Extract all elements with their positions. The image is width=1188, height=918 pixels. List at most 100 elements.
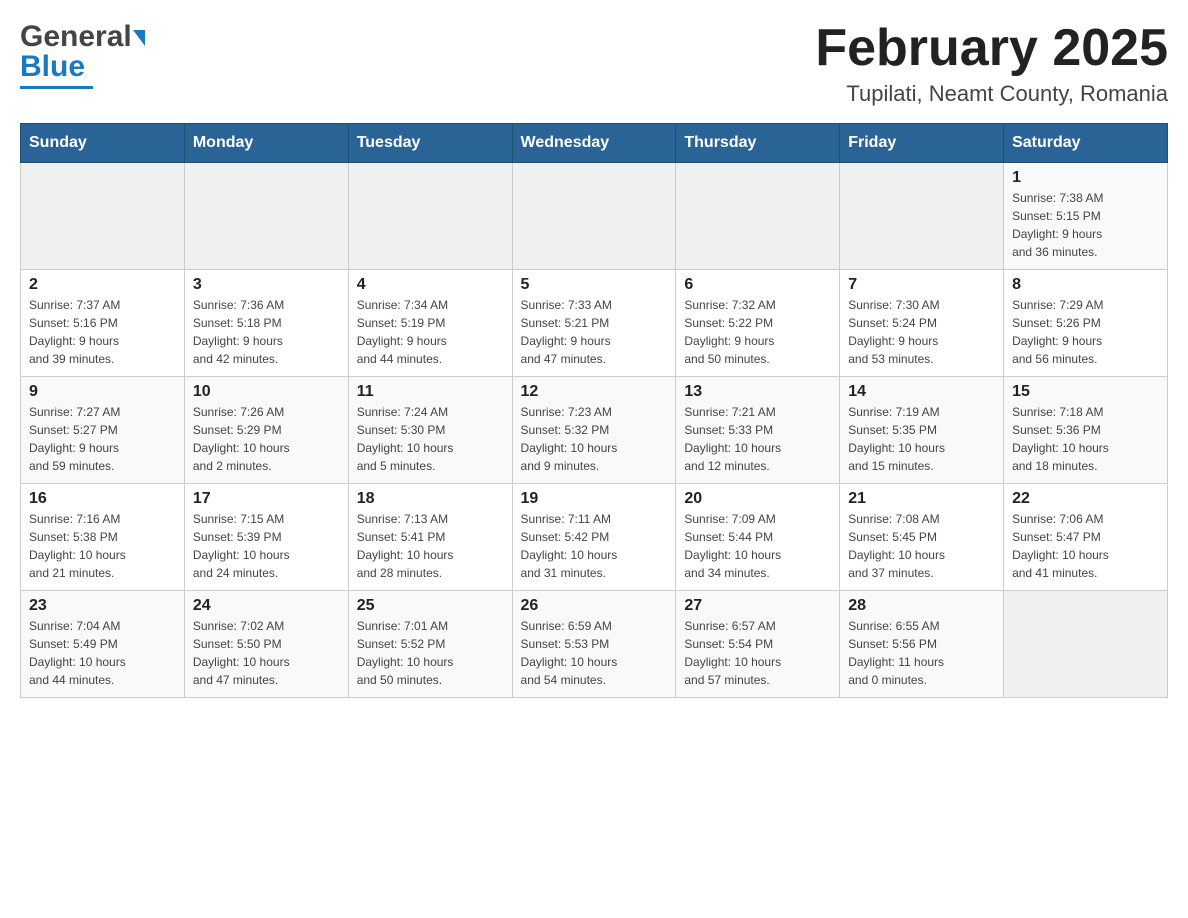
day-info: Sunrise: 7:27 AM Sunset: 5:27 PM Dayligh… (29, 403, 176, 475)
location-title: Tupilati, Neamt County, Romania (815, 81, 1168, 107)
day-cell: 13 Sunrise: 7:21 AM Sunset: 5:33 PM Dayli… (676, 377, 840, 484)
day-number: 25 (357, 597, 504, 615)
day-info: Sunrise: 7:38 AM Sunset: 5:15 PM Dayligh… (1012, 189, 1159, 261)
day-number: 23 (29, 597, 176, 615)
logo-blue-text: Blue (20, 50, 93, 89)
day-info: Sunrise: 6:55 AM Sunset: 5:56 PM Dayligh… (848, 617, 995, 689)
day-cell: 4Sunrise: 7:34 AM Sunset: 5:19 PM Daylig… (348, 270, 512, 377)
week-row-1: 1 Sunrise: 7:38 AM Sunset: 5:15 PM Daylig… (21, 163, 1168, 270)
day-cell: 28 Sunrise: 6:55 AM Sunset: 5:56 PM Dayli… (840, 591, 1004, 698)
day-number: 20 (684, 490, 831, 508)
header-sunday: Sunday (21, 124, 185, 163)
day-cell: 23 Sunrise: 7:04 AM Sunset: 5:49 PM Dayli… (21, 591, 185, 698)
day-cell: 12 Sunrise: 7:23 AM Sunset: 5:32 PM Dayli… (512, 377, 676, 484)
day-cell: 14 Sunrise: 7:19 AM Sunset: 5:35 PM Dayli… (840, 377, 1004, 484)
day-number: 7 (848, 276, 995, 294)
header-monday: Monday (184, 124, 348, 163)
week-row-4: 16 Sunrise: 7:16 AM Sunset: 5:38 PM Dayli… (21, 484, 1168, 591)
day-cell: 16 Sunrise: 7:16 AM Sunset: 5:38 PM Dayli… (21, 484, 185, 591)
day-info: Sunrise: 7:19 AM Sunset: 5:35 PM Dayligh… (848, 403, 995, 475)
day-number: 6 (684, 276, 831, 294)
day-cell: 11 Sunrise: 7:24 AM Sunset: 5:30 PM Dayli… (348, 377, 512, 484)
day-number: 14 (848, 383, 995, 401)
day-info: Sunrise: 7:24 AM Sunset: 5:30 PM Dayligh… (357, 403, 504, 475)
day-cell: 5 Sunrise: 7:33 AM Sunset: 5:21 PM Daylig… (512, 270, 676, 377)
day-cell: 18Sunrise: 7:13 AM Sunset: 5:41 PM Dayli… (348, 484, 512, 591)
day-info: Sunrise: 7:16 AM Sunset: 5:38 PM Dayligh… (29, 510, 176, 582)
month-title: February 2025 (815, 20, 1168, 77)
day-cell: 24 Sunrise: 7:02 AM Sunset: 5:50 PM Dayli… (184, 591, 348, 698)
day-info: Sunrise: 7:30 AM Sunset: 5:24 PM Dayligh… (848, 296, 995, 368)
day-cell (184, 163, 348, 270)
day-info: Sunrise: 7:37 AM Sunset: 5:16 PM Dayligh… (29, 296, 176, 368)
day-cell: 26 Sunrise: 6:59 AM Sunset: 5:53 PM Dayli… (512, 591, 676, 698)
day-number: 11 (357, 383, 504, 401)
day-number: 10 (193, 383, 340, 401)
day-cell: 15Sunrise: 7:18 AM Sunset: 5:36 PM Dayli… (1004, 377, 1168, 484)
logo-general-text: General (20, 20, 132, 54)
day-info: Sunrise: 7:15 AM Sunset: 5:39 PM Dayligh… (193, 510, 340, 582)
day-cell (21, 163, 185, 270)
day-cell (840, 163, 1004, 270)
day-cell: 27 Sunrise: 6:57 AM Sunset: 5:54 PM Dayli… (676, 591, 840, 698)
week-row-5: 23 Sunrise: 7:04 AM Sunset: 5:49 PM Dayli… (21, 591, 1168, 698)
logo-triangle-icon (133, 30, 145, 46)
day-number: 21 (848, 490, 995, 508)
day-number: 19 (521, 490, 668, 508)
day-cell: 6 Sunrise: 7:32 AM Sunset: 5:22 PM Daylig… (676, 270, 840, 377)
day-info: Sunrise: 7:36 AM Sunset: 5:18 PM Dayligh… (193, 296, 340, 368)
day-cell: 10 Sunrise: 7:26 AM Sunset: 5:29 PM Dayli… (184, 377, 348, 484)
day-number: 5 (521, 276, 668, 294)
week-row-2: 2 Sunrise: 7:37 AM Sunset: 5:16 PM Daylig… (21, 270, 1168, 377)
header-thursday: Thursday (676, 124, 840, 163)
week-row-3: 9 Sunrise: 7:27 AM Sunset: 5:27 PM Daylig… (21, 377, 1168, 484)
day-info: Sunrise: 7:06 AM Sunset: 5:47 PM Dayligh… (1012, 510, 1159, 582)
day-number: 12 (521, 383, 668, 401)
header-tuesday: Tuesday (348, 124, 512, 163)
calendar-table: SundayMondayTuesdayWednesdayThursdayFrid… (20, 123, 1168, 698)
day-number: 28 (848, 597, 995, 615)
day-number: 9 (29, 383, 176, 401)
day-number: 4 (357, 276, 504, 294)
day-cell: 8Sunrise: 7:29 AM Sunset: 5:26 PM Daylig… (1004, 270, 1168, 377)
day-number: 17 (193, 490, 340, 508)
day-number: 27 (684, 597, 831, 615)
day-number: 3 (193, 276, 340, 294)
day-info: Sunrise: 7:09 AM Sunset: 5:44 PM Dayligh… (684, 510, 831, 582)
day-info: Sunrise: 7:32 AM Sunset: 5:22 PM Dayligh… (684, 296, 831, 368)
day-cell: 1 Sunrise: 7:38 AM Sunset: 5:15 PM Daylig… (1004, 163, 1168, 270)
day-cell: 2 Sunrise: 7:37 AM Sunset: 5:16 PM Daylig… (21, 270, 185, 377)
day-cell: 9 Sunrise: 7:27 AM Sunset: 5:27 PM Daylig… (21, 377, 185, 484)
day-info: Sunrise: 7:13 AM Sunset: 5:41 PM Dayligh… (357, 510, 504, 582)
day-info: Sunrise: 7:11 AM Sunset: 5:42 PM Dayligh… (521, 510, 668, 582)
day-cell (676, 163, 840, 270)
header-wednesday: Wednesday (512, 124, 676, 163)
weekday-header-row: SundayMondayTuesdayWednesdayThursdayFrid… (21, 124, 1168, 163)
day-cell: 3 Sunrise: 7:36 AM Sunset: 5:18 PM Daylig… (184, 270, 348, 377)
day-number: 13 (684, 383, 831, 401)
day-number: 22 (1012, 490, 1159, 508)
logo: General Blue (20, 20, 145, 89)
day-info: Sunrise: 7:04 AM Sunset: 5:49 PM Dayligh… (29, 617, 176, 689)
day-info: Sunrise: 7:21 AM Sunset: 5:33 PM Dayligh… (684, 403, 831, 475)
day-info: Sunrise: 6:57 AM Sunset: 5:54 PM Dayligh… (684, 617, 831, 689)
day-number: 26 (521, 597, 668, 615)
day-cell (348, 163, 512, 270)
day-cell (512, 163, 676, 270)
day-cell (1004, 591, 1168, 698)
day-cell: 22 Sunrise: 7:06 AM Sunset: 5:47 PM Dayli… (1004, 484, 1168, 591)
header-friday: Friday (840, 124, 1004, 163)
day-info: Sunrise: 6:59 AM Sunset: 5:53 PM Dayligh… (521, 617, 668, 689)
day-number: 16 (29, 490, 176, 508)
day-info: Sunrise: 7:26 AM Sunset: 5:29 PM Dayligh… (193, 403, 340, 475)
day-number: 2 (29, 276, 176, 294)
day-cell: 17 Sunrise: 7:15 AM Sunset: 5:39 PM Dayli… (184, 484, 348, 591)
day-info: Sunrise: 7:23 AM Sunset: 5:32 PM Dayligh… (521, 403, 668, 475)
day-info: Sunrise: 7:02 AM Sunset: 5:50 PM Dayligh… (193, 617, 340, 689)
day-info: Sunrise: 7:33 AM Sunset: 5:21 PM Dayligh… (521, 296, 668, 368)
day-number: 1 (1012, 169, 1159, 187)
day-number: 15 (1012, 383, 1159, 401)
day-info: Sunrise: 7:01 AM Sunset: 5:52 PM Dayligh… (357, 617, 504, 689)
day-number: 24 (193, 597, 340, 615)
day-cell: 19 Sunrise: 7:11 AM Sunset: 5:42 PM Dayli… (512, 484, 676, 591)
